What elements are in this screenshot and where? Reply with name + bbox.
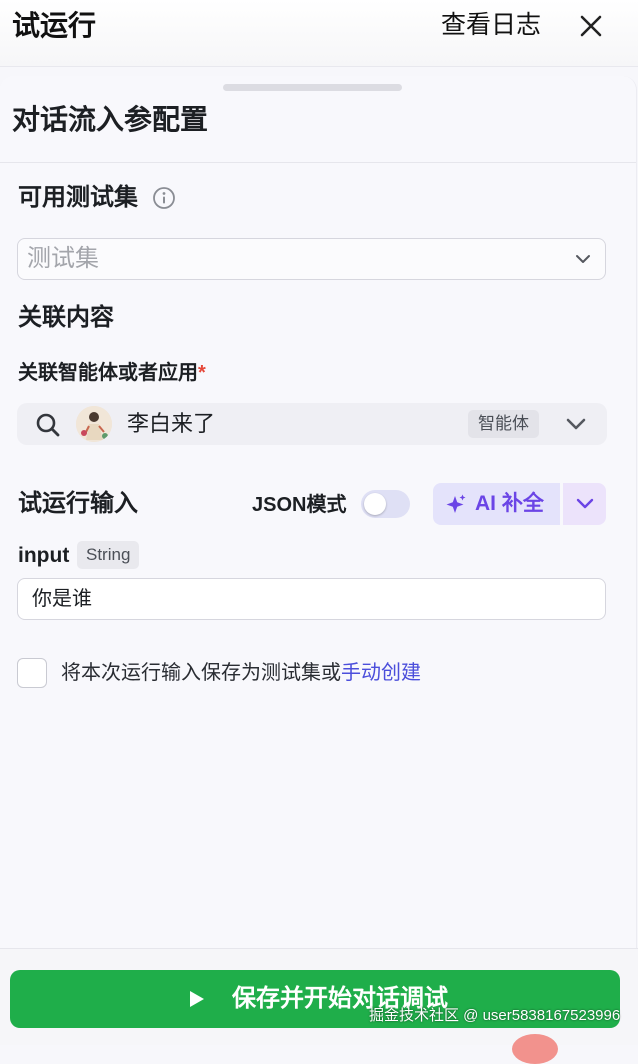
agent-type-badge: 智能体 (468, 410, 539, 438)
info-icon[interactable] (152, 186, 176, 210)
ai-fill-dropdown[interactable] (563, 483, 606, 525)
toggle-knob (364, 493, 386, 515)
chevron-down-icon (576, 255, 590, 263)
page-title: 试运行 (12, 10, 97, 41)
related-field-text: 关联智能体或者应用 (18, 362, 198, 384)
param-type-badge: String (77, 541, 140, 569)
search-icon (36, 413, 60, 437)
json-mode-label: JSON模式 (252, 494, 347, 516)
trial-input-label: 试运行输入 (18, 490, 138, 517)
related-section-label: 关联内容 (18, 304, 114, 331)
test-set-placeholder: 测试集 (27, 245, 99, 272)
test-set-label: 可用测试集 (18, 184, 138, 211)
chevron-down-icon (576, 498, 594, 509)
input-field[interactable]: 你是谁 (17, 578, 606, 620)
close-icon[interactable] (574, 9, 608, 43)
chevron-down-icon[interactable] (565, 415, 587, 433)
manual-create-link[interactable]: 手动创建 (341, 662, 421, 684)
divider (0, 162, 636, 163)
panel-title: 对话流入参配置 (12, 104, 209, 135)
ai-fill-button[interactable]: AI 补全 (433, 483, 560, 525)
floating-avatar[interactable] (512, 1034, 558, 1064)
agent-avatar (76, 406, 112, 442)
agent-select[interactable]: 李白来了 智能体 (17, 403, 607, 445)
ai-fill-label: AI 补全 (475, 492, 544, 515)
required-mark: * (198, 362, 206, 384)
input-value: 你是谁 (32, 588, 92, 610)
param-name: input (18, 544, 70, 567)
save-test-set-checkbox[interactable] (17, 658, 47, 688)
save-test-set-text: 将本次运行输入保存为测试集或手动创建 (61, 658, 421, 688)
agent-name: 李白来了 (127, 411, 216, 436)
top-bar: 试运行 查看日志 (0, 0, 638, 67)
save-test-set-label: 将本次运行输入保存为测试集或 (61, 662, 341, 684)
view-log-button[interactable]: 查看日志 (441, 7, 541, 43)
json-mode-toggle[interactable] (361, 490, 410, 518)
sparkle-icon (446, 494, 466, 513)
watermark: 掘金技术社区 @ user5838167523996 (369, 1007, 621, 1024)
play-icon (190, 991, 204, 1007)
test-set-select[interactable]: 测试集 (17, 238, 606, 280)
related-field-label: 关联智能体或者应用* (18, 358, 206, 388)
drag-handle[interactable] (223, 84, 402, 91)
